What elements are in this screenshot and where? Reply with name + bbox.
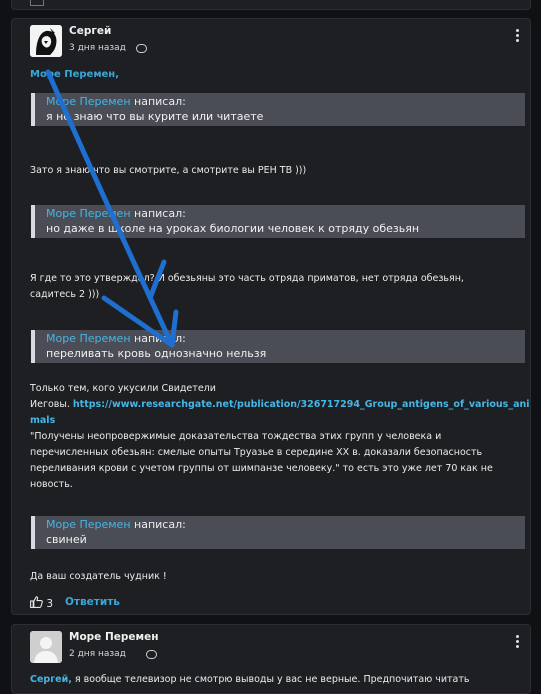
quote-wrote: написал: xyxy=(134,95,186,108)
paragraph-line: "Получены неопровержимые доказательства … xyxy=(30,431,442,442)
post-card: Сергей 3 дня назад Море Перемен, Море Пе… xyxy=(11,18,531,615)
post-card: Море Перемен 2 дня назад Сергей, я вообщ… xyxy=(11,624,531,694)
like-count: 3 xyxy=(46,598,54,610)
paragraph: Сергей, я вообще телевизор не смотрю выв… xyxy=(30,672,470,688)
mention-link[interactable]: Море Перемен, xyxy=(30,69,119,80)
quote-text: я не знаю что вы курите или читаете xyxy=(46,110,264,123)
paragraph-line: новость. xyxy=(30,479,73,490)
kebab-menu-icon[interactable] xyxy=(516,633,520,650)
paragraph: Да ваш создатель чудник ! xyxy=(30,571,167,582)
reply-button[interactable]: Ответить xyxy=(65,596,120,608)
avatar-default xyxy=(30,631,62,663)
paragraph-line: Я где то это утверждал? И обезьяны это ч… xyxy=(30,273,464,284)
quote-wrote: написал: xyxy=(134,332,186,345)
quote-text: переливать кровь однозначно нельзя xyxy=(46,347,267,360)
quote-author[interactable]: Море Перемен xyxy=(46,95,131,108)
quote-header: Море Перемен написал: xyxy=(46,332,186,345)
quote-author[interactable]: Море Перемен xyxy=(46,518,131,531)
paragraph: Зато я знаю что вы смотрите, а смотрите … xyxy=(30,165,307,176)
quote-text: свиней xyxy=(46,533,87,546)
paragraph-line: садитесь 2 ))) xyxy=(30,289,100,300)
paragraph-line: перечисленных обезьян: смелые опыты Труа… xyxy=(30,447,483,458)
paragraph-line: переливания крови с учетом группы от шим… xyxy=(30,463,493,474)
quote-block: Море Перемен написал: переливать кровь о… xyxy=(31,330,525,363)
external-link[interactable]: https://www.researchgate.net/publication… xyxy=(73,399,530,410)
paragraph-line: Только тем, кого укусили Свидетели xyxy=(30,383,216,394)
previous-post-footer-icon xyxy=(30,0,44,6)
comment-icon[interactable] xyxy=(146,650,157,659)
external-link-continued[interactable]: mals xyxy=(30,415,55,426)
author-name[interactable]: Море Перемен xyxy=(69,631,158,643)
quote-text: но даже в школе на уроках биологии челов… xyxy=(46,222,420,235)
paragraph: Только тем, кого укусили Свидетели Иегов… xyxy=(30,381,530,493)
previous-post-card xyxy=(11,0,531,10)
like-button[interactable]: 3 xyxy=(30,596,53,610)
avatar-sketch xyxy=(30,25,62,57)
comment-icon[interactable] xyxy=(136,44,147,53)
quote-wrote: написал: xyxy=(134,207,186,220)
author-name[interactable]: Сергей xyxy=(69,25,111,37)
quote-block: Море Перемен написал: но даже в школе на… xyxy=(31,205,525,238)
quote-header: Море Перемен написал: xyxy=(46,95,186,108)
quote-author[interactable]: Море Перемен xyxy=(46,332,131,345)
quote-header: Море Перемен написал: xyxy=(46,207,186,220)
paragraph-line: mals xyxy=(30,413,530,429)
avatar[interactable] xyxy=(30,25,62,57)
avatar[interactable] xyxy=(30,631,62,663)
quote-block: Море Перемен написал: я не знаю что вы к… xyxy=(31,93,525,126)
quote-block: Море Перемен написал: свиней xyxy=(31,516,525,549)
paragraph-text: Иеговы. xyxy=(30,399,73,410)
paragraph-line: Иеговы. https://www.researchgate.net/pub… xyxy=(30,397,530,413)
quote-header: Море Перемен написал: xyxy=(46,518,186,531)
kebab-menu-icon[interactable] xyxy=(516,27,520,44)
quote-author[interactable]: Море Перемен xyxy=(46,207,131,220)
paragraph: Я где то это утверждал? И обезьяны это ч… xyxy=(30,271,464,303)
post-date[interactable]: 3 дня назад xyxy=(69,43,126,53)
post-date[interactable]: 2 дня назад xyxy=(69,649,126,659)
quote-wrote: написал: xyxy=(134,518,186,531)
thumbs-up-icon xyxy=(30,596,43,608)
